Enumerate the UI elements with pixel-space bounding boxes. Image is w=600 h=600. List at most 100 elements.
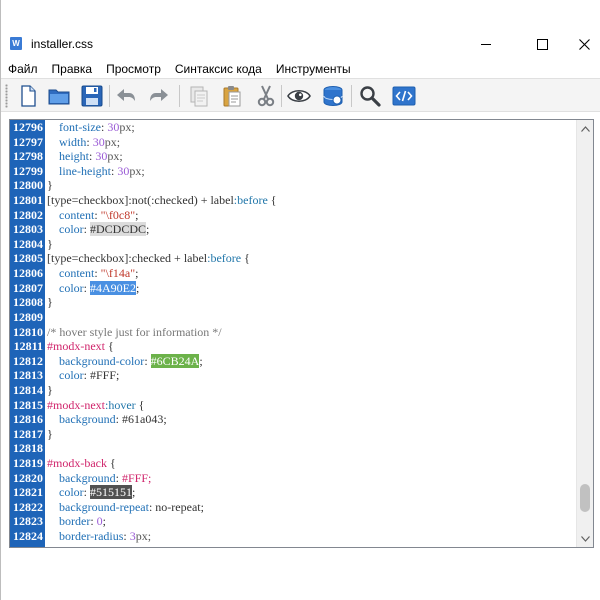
code-text: font-size: 30px; (47, 120, 135, 135)
line-number: 12799 (13, 163, 43, 178)
code-line[interactable]: 12796 font-size: 30px; (10, 120, 580, 135)
code-token: [type=checkbox] (47, 251, 129, 266)
undo-button[interactable] (113, 83, 139, 109)
code-text: [type=checkbox]:not(:checked) + label:be… (47, 193, 277, 208)
code-line[interactable]: 12805 [type=checkbox]:checked + label:bef… (10, 251, 580, 266)
scrollbar-thumb[interactable] (580, 484, 590, 512)
menu-view[interactable]: Просмотр (99, 61, 168, 77)
code-line[interactable]: 12811 #modx-next { (10, 339, 580, 354)
code-line[interactable]: 12809 (10, 310, 580, 325)
open-folder-button[interactable] (46, 83, 72, 109)
search-button[interactable] (357, 83, 383, 109)
code-token: ; (102, 514, 107, 529)
scroll-up-button[interactable] (577, 120, 593, 137)
line-number: 12816 (13, 412, 43, 427)
code-line[interactable]: 12815 #modx-next:hover { (10, 398, 580, 413)
code-line[interactable]: 12821 color: #515151; (10, 485, 580, 500)
code-line[interactable]: 12806 content: "\f14a"; (10, 266, 580, 281)
minimize-button[interactable] (463, 26, 509, 62)
redo-button[interactable] (146, 83, 172, 109)
cut-button[interactable] (253, 83, 279, 109)
title-bar: W installer.css (1, 26, 600, 62)
code-icon (392, 86, 416, 106)
menu-edit[interactable]: Правка (45, 61, 100, 77)
maximize-button[interactable] (519, 26, 565, 62)
scroll-down-button[interactable] (577, 530, 593, 547)
redo-icon (150, 89, 168, 101)
line-number: 12804 (13, 236, 43, 251)
code-line[interactable]: 12824 border-radius: 3px; (10, 529, 580, 544)
code-text: } (47, 237, 53, 252)
code-text: background-color: #6CB24A; (47, 353, 203, 369)
code-line[interactable]: 12797 width: 30px; (10, 135, 580, 150)
code-line[interactable]: 12799 line-height: 30px; (10, 164, 580, 179)
code-line[interactable]: 12804} (10, 237, 580, 252)
code-text: background-repeat: no-repeat; (47, 500, 204, 515)
code-token: } (47, 178, 53, 193)
toolbar-grip[interactable] (5, 84, 8, 108)
chevron-up-icon (580, 125, 590, 132)
code-line[interactable]: 12807 color: #4A90E2; (10, 280, 580, 296)
code-line[interactable]: 12798 height: 30px; (10, 149, 580, 164)
code-token: { (135, 397, 145, 412)
code-line[interactable]: 12812 background-color: #6CB24A; (10, 353, 580, 369)
code-line[interactable]: 12814} (10, 383, 580, 398)
line-number: 12814 (13, 382, 43, 397)
code-line[interactable]: 12819 #modx-back { (10, 456, 580, 471)
code-token: px; (104, 134, 121, 149)
undo-icon (117, 89, 135, 101)
color-swatch-token: #4A90E2 (90, 280, 136, 295)
copy-button[interactable] (186, 83, 212, 109)
menu-tools[interactable]: Инструменты (269, 61, 358, 77)
code-text: height: 30px; (47, 149, 123, 164)
code-line[interactable]: 12802 content: "\f0c8"; (10, 208, 580, 223)
code-line[interactable]: 12816 background: #61a043; (10, 412, 580, 427)
save-button[interactable] (79, 83, 105, 109)
menu-file[interactable]: Файл (1, 61, 45, 77)
code-text: border-radius: 3px; (47, 529, 151, 544)
code-token: :not(:checked) + label (128, 193, 234, 208)
code-line[interactable]: 12822 background-repeat: no-repeat; (10, 500, 580, 515)
preview-button[interactable] (286, 83, 312, 109)
code-token: ; (199, 353, 203, 368)
code-line[interactable]: 12820 background: #FFF; (10, 471, 580, 486)
paste-button[interactable] (219, 83, 245, 109)
code-line[interactable]: 12803 color: #DCDCDC; (10, 222, 580, 237)
menu-bar: Файл Правка Просмотр Синтаксис кода Инст… (1, 60, 600, 78)
code-text: #modx-next:hover { (47, 398, 144, 413)
code-line[interactable]: 12823 border: 0; (10, 514, 580, 529)
menu-syntax[interactable]: Синтаксис кода (168, 61, 269, 77)
vertical-scrollbar[interactable] (576, 120, 593, 547)
code-line[interactable]: 12808} (10, 295, 580, 310)
paste-icon (223, 86, 241, 107)
code-token: color (59, 485, 84, 500)
close-button[interactable] (561, 26, 600, 62)
eye-icon (287, 89, 311, 103)
code-text: border: 0; (47, 514, 106, 529)
code-token: "\f14a" (100, 266, 136, 281)
line-number: 12798 (13, 149, 43, 164)
code-line[interactable]: 12801 [type=checkbox]:not(:checked) + lab… (10, 193, 580, 208)
code-editor[interactable]: 12796 font-size: 30px; 12797 width: 30px;… (9, 119, 594, 548)
toolbar (1, 78, 600, 112)
code-line[interactable]: 12817} (10, 427, 580, 442)
code-line[interactable]: 12818 (10, 441, 580, 456)
code-token: { (105, 339, 114, 354)
code-line[interactable]: 12813 color: #FFF; (10, 368, 580, 383)
code-line[interactable]: 12810 /* hover style just for information… (10, 325, 580, 340)
code-token: ; (132, 485, 136, 500)
code-token: px; (107, 149, 123, 164)
code-token: 30 (95, 149, 108, 164)
code-line[interactable]: 12800} (10, 178, 580, 193)
database-button[interactable] (320, 83, 346, 109)
html-code-button[interactable] (391, 83, 417, 109)
code-token: ; (135, 266, 139, 281)
line-number: 12809 (13, 309, 43, 324)
line-number: 12818 (13, 441, 43, 456)
new-file-button[interactable] (15, 83, 41, 109)
new-file-icon (21, 85, 36, 107)
